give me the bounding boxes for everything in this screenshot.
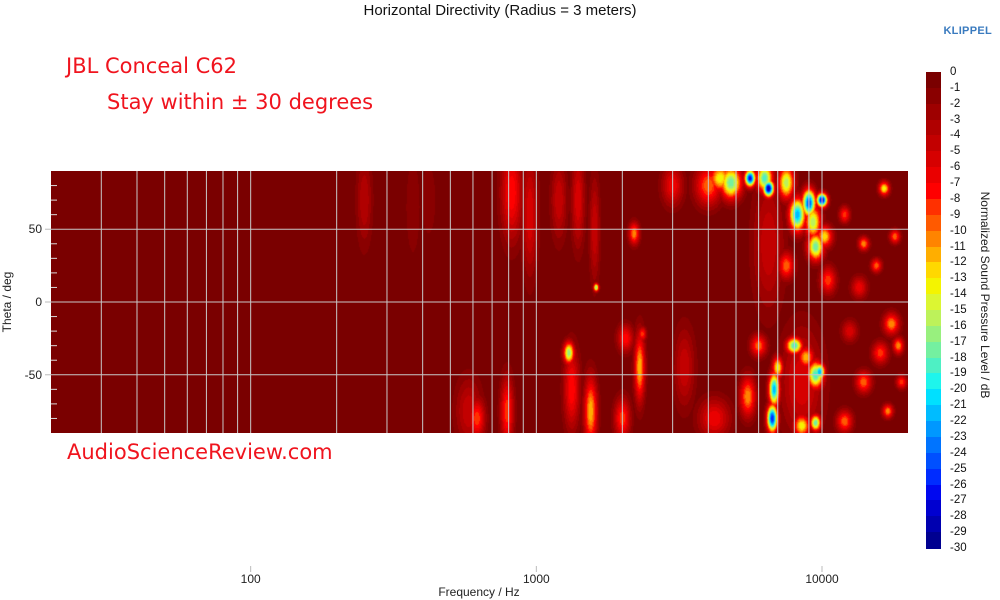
colorbar-tick-label: -14 [950, 288, 967, 301]
colorbar-swatch [926, 294, 941, 311]
brand-logo: KLIPPEL [943, 25, 992, 37]
colorbar-tick-label: -10 [950, 224, 967, 237]
colorbar-swatch [926, 151, 941, 168]
colorbar-swatch [926, 72, 941, 89]
colorbar-swatch [926, 135, 941, 152]
colorbar-swatch [926, 436, 941, 454]
colorbar-tick-label: -7 [950, 177, 961, 190]
colorbar-tick-label: 0 [950, 66, 957, 78]
y-tick-label: -50 [25, 368, 43, 382]
colorbar-tick-label: -9 [950, 208, 961, 221]
colorbar-swatch [926, 373, 941, 390]
colorbar-tick-label: -22 [950, 415, 967, 428]
colorbar-tick-label: -21 [950, 399, 967, 412]
colorbar-tick-label: -25 [950, 462, 967, 475]
colorbar-tick-label: -4 [950, 129, 961, 142]
colorbar-tick-label: -18 [950, 351, 967, 364]
colorbar-swatch [926, 87, 941, 105]
colorbar-swatch [926, 357, 941, 375]
plot-area [51, 171, 908, 433]
colorbar-tick-label: -23 [950, 430, 967, 443]
colorbar-tick-label: -26 [950, 478, 967, 491]
colorbar-swatch [926, 167, 941, 184]
colorbar-swatch [926, 119, 941, 137]
chart-title: Horizontal Directivity (Radius = 3 meter… [363, 2, 637, 19]
colorbar-tick-label: -11 [950, 240, 966, 253]
y-axis-label: Theta / deg [0, 272, 14, 333]
colorbar-swatch [926, 468, 941, 486]
y-tick-label: 0 [35, 295, 42, 309]
x-axis-label: Frequency / Hz [438, 585, 519, 599]
colorbar-tick-label: -1 [950, 81, 961, 94]
colorbar-swatch [926, 341, 941, 359]
colorbar-tick-label: -13 [950, 272, 967, 285]
colorbar-swatch [926, 183, 941, 200]
colorbar-swatch [926, 278, 941, 295]
colorbar-swatch [926, 310, 941, 327]
colorbar-swatch [926, 214, 941, 232]
colorbar-tick-label: -15 [950, 304, 967, 316]
colorbar-swatch [926, 230, 941, 248]
colorbar-tick-label: -8 [950, 192, 961, 205]
x-tick-label: 1000 [523, 572, 550, 586]
colorbar-tick-label: -30 [950, 542, 967, 554]
x-axis: 100 1000 10000 [241, 566, 839, 586]
colorbar-swatch [926, 532, 941, 549]
colorbar-swatch [926, 421, 941, 438]
colorbar-tick-label: -17 [950, 335, 967, 348]
colorbar-swatch [926, 405, 941, 422]
colorbar-swatch [926, 500, 941, 517]
colorbar-swatch [926, 452, 941, 470]
colorbar-swatch [926, 198, 941, 216]
colorbar-tick-label: -19 [950, 367, 967, 380]
colorbar-tick-label: -27 [950, 494, 967, 507]
annotation-model-name: JBL Conceal C62 [66, 54, 238, 78]
colorbar-swatch [926, 516, 941, 533]
grid-layer [51, 171, 908, 433]
colorbar-tick-label: -2 [950, 97, 961, 110]
y-tick-label: 50 [29, 222, 43, 236]
colorbar-tick-label: -16 [950, 319, 967, 332]
colorbar-swatch [926, 484, 941, 501]
colorbar-swatch [926, 246, 941, 263]
colorbar-swatch [926, 262, 941, 279]
colorbar-swatch [926, 103, 941, 121]
colorbar-swatch [926, 389, 941, 406]
x-tick-label: 10000 [805, 572, 839, 586]
x-tick-label: 100 [241, 572, 261, 586]
annotation-watermark: AudioScienceReview.com [67, 440, 333, 464]
annotation-note: Stay within ± 30 degrees [107, 90, 374, 114]
colorbar-tick-label: -12 [950, 256, 967, 269]
colorbar-title: Normalized Sound Pressure Level / dB [978, 191, 992, 399]
colorbar [926, 72, 941, 549]
colorbar-tick-label: -29 [950, 526, 967, 539]
y-axis: 50 0 -50 [25, 222, 51, 382]
colorbar-tick-label: -3 [950, 113, 961, 126]
colorbar-tick-label: -24 [950, 446, 967, 459]
colorbar-tick-label: -6 [950, 161, 961, 174]
colorbar-swatch [926, 325, 941, 343]
colorbar-tick-label: -20 [950, 383, 967, 396]
colorbar-tick-label: -5 [950, 145, 961, 158]
colorbar-tick-label: -28 [950, 510, 967, 523]
